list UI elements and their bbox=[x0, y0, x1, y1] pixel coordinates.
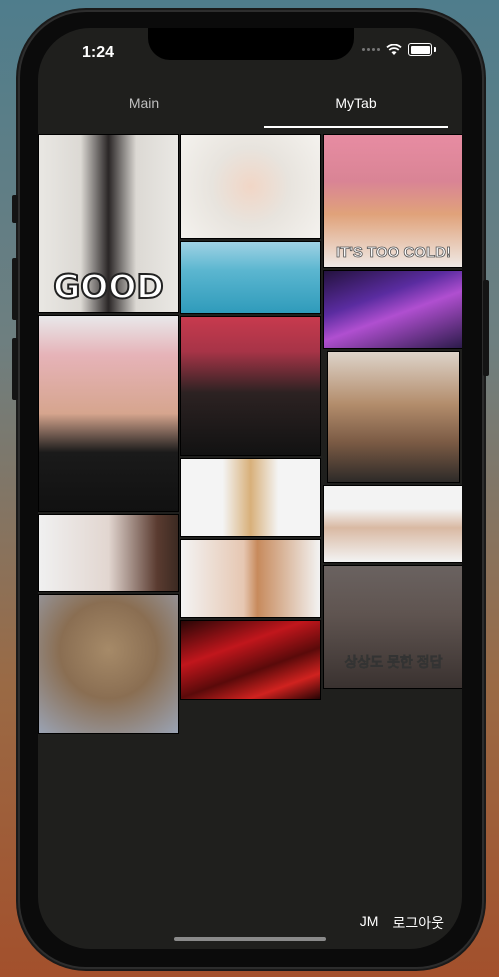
gif-tile[interactable] bbox=[180, 620, 321, 700]
app-screen: 1:24 Main MyTab GOOD IT'S TOO COLD! 상상도 … bbox=[38, 28, 462, 949]
user-name: JM bbox=[359, 913, 379, 929]
logout-button[interactable]: 로그아웃 bbox=[392, 913, 444, 933]
home-indicator[interactable] bbox=[174, 937, 326, 941]
gif-tile[interactable] bbox=[180, 241, 321, 314]
gif-tile[interactable] bbox=[323, 485, 462, 563]
tab-mytab[interactable]: MyTab bbox=[250, 88, 462, 132]
gif-caption: IT'S TOO COLD! bbox=[336, 244, 452, 262]
tab-main[interactable]: Main bbox=[38, 88, 250, 132]
status-icons bbox=[362, 43, 436, 56]
volume-up-button bbox=[12, 258, 18, 320]
gif-tile[interactable]: GOOD bbox=[38, 134, 179, 313]
gif-caption: GOOD bbox=[52, 266, 165, 307]
volume-down-button bbox=[12, 338, 18, 400]
gif-tile[interactable] bbox=[38, 315, 179, 512]
gif-tile[interactable] bbox=[38, 514, 179, 592]
gif-caption: 상상도 못한 정답 bbox=[344, 654, 443, 671]
gif-tile[interactable] bbox=[180, 134, 321, 239]
signal-icon bbox=[362, 48, 380, 51]
footer-bar: JM 로그아웃 bbox=[360, 913, 444, 933]
gif-tile[interactable]: IT'S TOO COLD! bbox=[323, 134, 462, 268]
status-time: 1:24 bbox=[82, 44, 115, 61]
gif-tile[interactable]: 상상도 못한 정답 bbox=[323, 565, 462, 689]
gif-tile[interactable] bbox=[38, 594, 179, 734]
gif-tile[interactable] bbox=[323, 270, 462, 349]
notch bbox=[148, 28, 354, 60]
battery-icon bbox=[408, 43, 432, 56]
wifi-icon bbox=[386, 43, 402, 55]
battery-cap bbox=[434, 47, 436, 52]
gif-tile[interactable] bbox=[180, 316, 321, 456]
power-button bbox=[483, 280, 489, 376]
tab-bar: Main MyTab bbox=[38, 88, 462, 132]
gif-tile[interactable] bbox=[327, 351, 460, 483]
gif-tile[interactable] bbox=[180, 539, 321, 618]
mute-switch bbox=[12, 195, 18, 223]
gif-tile[interactable] bbox=[180, 458, 321, 537]
